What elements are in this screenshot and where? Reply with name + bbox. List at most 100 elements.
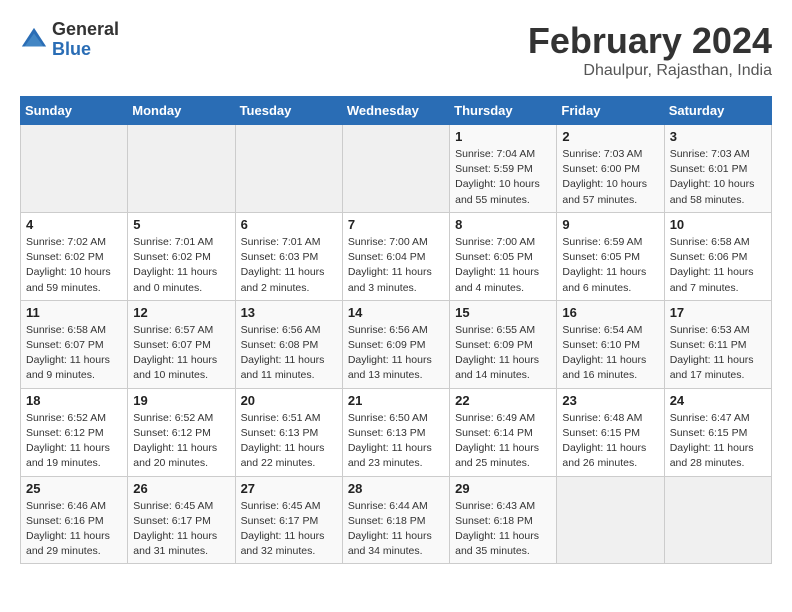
day-info: Sunrise: 6:56 AMSunset: 6:08 PMDaylight:… (241, 323, 337, 384)
calendar-cell: 24 Sunrise: 6:47 AMSunset: 6:15 PMDayligh… (664, 388, 771, 476)
calendar-cell: 12 Sunrise: 6:57 AMSunset: 6:07 PMDayligh… (128, 300, 235, 388)
day-number: 25 (26, 481, 122, 496)
page-header: General Blue February 2024 Dhaulpur, Raj… (20, 20, 772, 80)
calendar-header: Sunday Monday Tuesday Wednesday Thursday… (21, 97, 772, 125)
day-info: Sunrise: 6:44 AMSunset: 6:18 PMDaylight:… (348, 499, 444, 560)
calendar-cell: 21 Sunrise: 6:50 AMSunset: 6:13 PMDayligh… (342, 388, 449, 476)
day-number: 1 (455, 129, 551, 144)
day-info: Sunrise: 6:50 AMSunset: 6:13 PMDaylight:… (348, 411, 444, 472)
calendar-week-row: 1 Sunrise: 7:04 AMSunset: 5:59 PMDaylight… (21, 125, 772, 213)
calendar-cell (664, 476, 771, 564)
day-number: 28 (348, 481, 444, 496)
day-info: Sunrise: 7:00 AMSunset: 6:04 PMDaylight:… (348, 235, 444, 296)
logo-general-text: General (52, 20, 119, 40)
calendar-table: Sunday Monday Tuesday Wednesday Thursday… (20, 96, 772, 564)
day-info: Sunrise: 6:54 AMSunset: 6:10 PMDaylight:… (562, 323, 658, 384)
day-number: 10 (670, 217, 766, 232)
day-info: Sunrise: 7:04 AMSunset: 5:59 PMDaylight:… (455, 147, 551, 208)
day-number: 8 (455, 217, 551, 232)
day-number: 24 (670, 393, 766, 408)
header-saturday: Saturday (664, 97, 771, 125)
day-info: Sunrise: 6:45 AMSunset: 6:17 PMDaylight:… (241, 499, 337, 560)
calendar-cell: 5 Sunrise: 7:01 AMSunset: 6:02 PMDaylight… (128, 212, 235, 300)
calendar-cell: 8 Sunrise: 7:00 AMSunset: 6:05 PMDaylight… (450, 212, 557, 300)
logo: General Blue (20, 20, 119, 60)
logo-icon (20, 26, 48, 54)
day-info: Sunrise: 6:59 AMSunset: 6:05 PMDaylight:… (562, 235, 658, 296)
calendar-cell (235, 125, 342, 213)
calendar-week-row: 18 Sunrise: 6:52 AMSunset: 6:12 PMDayligh… (21, 388, 772, 476)
day-info: Sunrise: 7:03 AMSunset: 6:01 PMDaylight:… (670, 147, 766, 208)
calendar-cell: 27 Sunrise: 6:45 AMSunset: 6:17 PMDayligh… (235, 476, 342, 564)
calendar-cell: 13 Sunrise: 6:56 AMSunset: 6:08 PMDayligh… (235, 300, 342, 388)
day-number: 9 (562, 217, 658, 232)
calendar-cell: 22 Sunrise: 6:49 AMSunset: 6:14 PMDayligh… (450, 388, 557, 476)
calendar-cell: 10 Sunrise: 6:58 AMSunset: 6:06 PMDayligh… (664, 212, 771, 300)
calendar-cell: 9 Sunrise: 6:59 AMSunset: 6:05 PMDaylight… (557, 212, 664, 300)
logo-blue-text: Blue (52, 40, 119, 60)
title-block: February 2024 Dhaulpur, Rajasthan, India (528, 20, 772, 80)
day-info: Sunrise: 6:45 AMSunset: 6:17 PMDaylight:… (133, 499, 229, 560)
day-number: 6 (241, 217, 337, 232)
day-info: Sunrise: 6:47 AMSunset: 6:15 PMDaylight:… (670, 411, 766, 472)
calendar-cell: 4 Sunrise: 7:02 AMSunset: 6:02 PMDaylight… (21, 212, 128, 300)
day-number: 7 (348, 217, 444, 232)
calendar-week-row: 11Sunrise: 6:58 AMSunset: 6:07 PMDayligh… (21, 300, 772, 388)
day-number: 27 (241, 481, 337, 496)
calendar-cell (557, 476, 664, 564)
calendar-cell: 19Sunrise: 6:52 AMSunset: 6:12 PMDayligh… (128, 388, 235, 476)
header-sunday: Sunday (21, 97, 128, 125)
calendar-cell: 29Sunrise: 6:43 AMSunset: 6:18 PMDayligh… (450, 476, 557, 564)
day-info: Sunrise: 6:52 AMSunset: 6:12 PMDaylight:… (133, 411, 229, 472)
day-info: Sunrise: 6:53 AMSunset: 6:11 PMDaylight:… (670, 323, 766, 384)
header-wednesday: Wednesday (342, 97, 449, 125)
day-number: 21 (348, 393, 444, 408)
day-number: 5 (133, 217, 229, 232)
weekday-header-row: Sunday Monday Tuesday Wednesday Thursday… (21, 97, 772, 125)
day-number: 22 (455, 393, 551, 408)
day-info: Sunrise: 6:51 AMSunset: 6:13 PMDaylight:… (241, 411, 337, 472)
calendar-cell (342, 125, 449, 213)
calendar-cell (128, 125, 235, 213)
day-number: 4 (26, 217, 122, 232)
day-info: Sunrise: 6:57 AMSunset: 6:07 PMDaylight:… (133, 323, 229, 384)
calendar-week-row: 25 Sunrise: 6:46 AMSunset: 6:16 PMDayligh… (21, 476, 772, 564)
calendar-cell: 20Sunrise: 6:51 AMSunset: 6:13 PMDayligh… (235, 388, 342, 476)
logo-text: General Blue (52, 20, 119, 60)
calendar-cell: 1 Sunrise: 7:04 AMSunset: 5:59 PMDaylight… (450, 125, 557, 213)
calendar-cell: 15Sunrise: 6:55 AMSunset: 6:09 PMDayligh… (450, 300, 557, 388)
calendar-week-row: 4 Sunrise: 7:02 AMSunset: 6:02 PMDaylight… (21, 212, 772, 300)
location-subtitle: Dhaulpur, Rajasthan, India (528, 62, 772, 80)
day-info: Sunrise: 6:48 AMSunset: 6:15 PMDaylight:… (562, 411, 658, 472)
day-number: 15 (455, 305, 551, 320)
calendar-cell: 11Sunrise: 6:58 AMSunset: 6:07 PMDayligh… (21, 300, 128, 388)
day-number: 18 (26, 393, 122, 408)
header-monday: Monday (128, 97, 235, 125)
day-number: 23 (562, 393, 658, 408)
day-info: Sunrise: 7:01 AMSunset: 6:02 PMDaylight:… (133, 235, 229, 296)
day-info: Sunrise: 6:56 AMSunset: 6:09 PMDaylight:… (348, 323, 444, 384)
header-friday: Friday (557, 97, 664, 125)
day-number: 2 (562, 129, 658, 144)
day-info: Sunrise: 7:02 AMSunset: 6:02 PMDaylight:… (26, 235, 122, 296)
calendar-cell: 23 Sunrise: 6:48 AMSunset: 6:15 PMDayligh… (557, 388, 664, 476)
day-info: Sunrise: 6:52 AMSunset: 6:12 PMDaylight:… (26, 411, 122, 472)
day-info: Sunrise: 6:46 AMSunset: 6:16 PMDaylight:… (26, 499, 122, 560)
header-thursday: Thursday (450, 97, 557, 125)
calendar-cell: 3Sunrise: 7:03 AMSunset: 6:01 PMDaylight… (664, 125, 771, 213)
day-number: 12 (133, 305, 229, 320)
calendar-cell: 16Sunrise: 6:54 AMSunset: 6:10 PMDayligh… (557, 300, 664, 388)
calendar-cell: 26Sunrise: 6:45 AMSunset: 6:17 PMDayligh… (128, 476, 235, 564)
calendar-cell: 2Sunrise: 7:03 AMSunset: 6:00 PMDaylight… (557, 125, 664, 213)
day-number: 29 (455, 481, 551, 496)
day-info: Sunrise: 7:01 AMSunset: 6:03 PMDaylight:… (241, 235, 337, 296)
day-info: Sunrise: 6:58 AMSunset: 6:07 PMDaylight:… (26, 323, 122, 384)
day-info: Sunrise: 7:00 AMSunset: 6:05 PMDaylight:… (455, 235, 551, 296)
day-info: Sunrise: 6:58 AMSunset: 6:06 PMDaylight:… (670, 235, 766, 296)
calendar-cell (21, 125, 128, 213)
calendar-cell: 14Sunrise: 6:56 AMSunset: 6:09 PMDayligh… (342, 300, 449, 388)
day-number: 17 (670, 305, 766, 320)
day-info: Sunrise: 6:49 AMSunset: 6:14 PMDaylight:… (455, 411, 551, 472)
calendar-body: 1 Sunrise: 7:04 AMSunset: 5:59 PMDaylight… (21, 125, 772, 564)
day-number: 13 (241, 305, 337, 320)
